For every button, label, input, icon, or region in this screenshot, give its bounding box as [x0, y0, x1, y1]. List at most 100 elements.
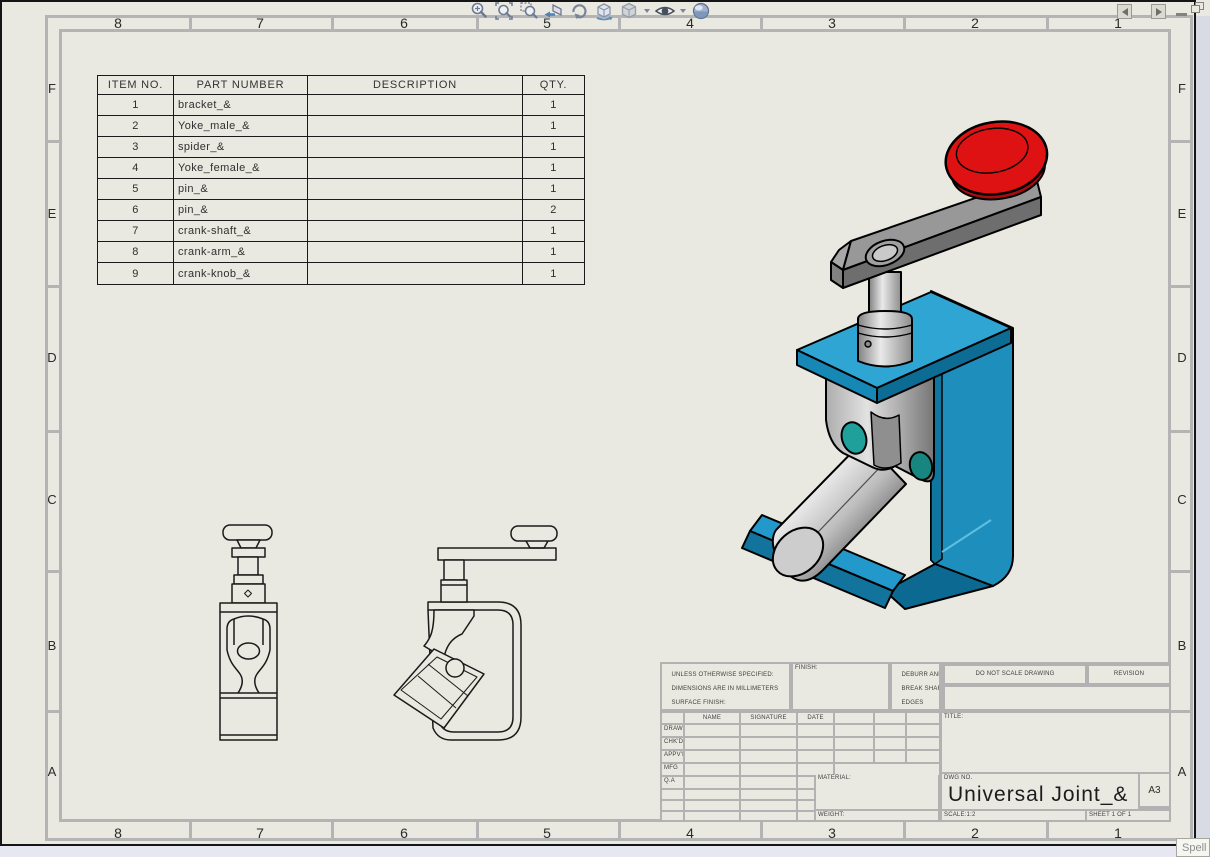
- row-label-drawn: DRAWN: [662, 725, 683, 736]
- dwg-no-label: DWG NO.: [942, 774, 974, 783]
- arrow-left-icon: [1122, 8, 1128, 16]
- zoom-in-out-icon[interactable]: [468, 0, 490, 22]
- bom-cell: Yoke_female_&: [174, 158, 308, 179]
- row-label-chkd: CHK'D: [662, 738, 683, 749]
- bom-cell: 1: [523, 158, 584, 179]
- grid-cell: [741, 764, 796, 775]
- minimize-button[interactable]: [1176, 13, 1187, 16]
- row-label-qa: Q.A: [662, 777, 683, 788]
- zone-col-label: 2: [955, 825, 995, 841]
- grid-cell: [835, 713, 873, 723]
- bom-cell: [308, 200, 523, 221]
- revision-area: [945, 687, 1169, 709]
- view-toolbar: [468, 0, 712, 22]
- zone-row-label: A: [45, 764, 59, 779]
- hide-show-items-icon[interactable]: [654, 0, 676, 22]
- grid-cell: [685, 801, 739, 810]
- bom-cell: [308, 179, 523, 200]
- grid-cell: [798, 751, 833, 762]
- grid-cell: [741, 738, 796, 749]
- next-sheet-button[interactable]: [1151, 4, 1166, 19]
- bom-cell: [308, 137, 523, 158]
- zone-tick: [618, 822, 621, 841]
- zone-tick: [331, 15, 334, 29]
- zone-col-label: 3: [812, 15, 852, 31]
- bom-cell: 1: [523, 242, 584, 263]
- grid-cell: [835, 751, 873, 762]
- grid-cell: [875, 725, 905, 736]
- grid-cell: [835, 725, 873, 736]
- grid-cell: [875, 713, 905, 723]
- zone-tick: [760, 15, 763, 29]
- view-settings-icon[interactable]: [690, 0, 712, 22]
- zone-col-label: 3: [812, 825, 852, 841]
- grid-cell: [798, 725, 833, 736]
- grid-cell: [741, 801, 796, 810]
- grid-cell: [875, 738, 905, 749]
- grid-cell: [685, 751, 739, 762]
- isometric-view[interactable]: [735, 112, 1065, 622]
- do-not-scale-box: DO NOT SCALE DRAWING: [945, 666, 1085, 683]
- hide-show-dropdown-icon[interactable]: [680, 9, 686, 13]
- front-view[interactable]: [217, 517, 281, 745]
- drawing-title: Universal Joint_&: [948, 783, 1128, 807]
- bom-cell: 1: [523, 179, 584, 200]
- zone-col-label: 5: [527, 825, 567, 841]
- scale-box: SCALE:1:2: [942, 811, 1085, 820]
- zone-tick: [45, 140, 59, 143]
- zone-col-label: 8: [98, 825, 138, 841]
- bom-cell: 8: [98, 242, 174, 263]
- signature-header: SIGNATURE: [741, 713, 796, 723]
- zone-col-label: 7: [240, 825, 280, 841]
- bom-cell: 1: [523, 137, 584, 158]
- previous-view-icon[interactable]: [543, 0, 565, 22]
- bom-cell: crank-knob_&: [174, 263, 308, 284]
- previous-sheet-button[interactable]: [1117, 4, 1132, 19]
- side-view[interactable]: [388, 518, 570, 748]
- display-style-icon[interactable]: [618, 0, 640, 22]
- zone-row-label: D: [1171, 350, 1193, 365]
- grid-cell: [741, 725, 796, 736]
- display-style-dropdown-icon[interactable]: [644, 9, 650, 13]
- grid-cell: [798, 790, 814, 799]
- zone-tick: [189, 15, 192, 29]
- bom-cell: spider_&: [174, 137, 308, 158]
- zone-row-label: C: [45, 492, 59, 507]
- zone-row-label: C: [1171, 492, 1193, 507]
- zone-tick: [1171, 285, 1193, 288]
- bom-cell: 3: [98, 137, 174, 158]
- bom-cell: 5: [98, 179, 174, 200]
- bom-table[interactable]: ITEM NO. PART NUMBER DESCRIPTION QTY. 1 …: [97, 75, 585, 285]
- zone-row-label: F: [45, 81, 59, 96]
- grid-cell: [907, 751, 939, 762]
- bom-header-part: PART NUMBER: [174, 76, 308, 95]
- grid-cell: [662, 790, 683, 799]
- zone-row-label: B: [45, 638, 59, 653]
- grid-cell: [798, 801, 814, 810]
- zone-tick: [1046, 822, 1049, 841]
- bom-cell: crank-shaft_&: [174, 221, 308, 242]
- bom-cell: Yoke_male_&: [174, 116, 308, 137]
- zone-col-label: 2: [955, 15, 995, 31]
- paper-size-box: A3: [1140, 774, 1169, 806]
- zone-col-label: 1: [1098, 825, 1138, 841]
- zone-col-label: 8: [98, 15, 138, 31]
- rotate-view-icon[interactable]: [568, 0, 590, 22]
- zoom-to-area-icon[interactable]: [518, 0, 540, 22]
- bom-cell: 1: [523, 116, 584, 137]
- bom-cell: [308, 263, 523, 284]
- restore-button[interactable]: [1191, 2, 1205, 14]
- weight-box: WEIGHT:: [816, 811, 938, 820]
- zoom-to-fit-icon[interactable]: [493, 0, 515, 22]
- zone-tick: [1171, 570, 1193, 573]
- right-edge-strip: [1196, 16, 1210, 857]
- bom-cell: 1: [523, 221, 584, 242]
- grid-cell: [907, 713, 939, 723]
- grid-cell: [798, 777, 814, 788]
- deburr-box: DEBURR AND BREAK SHARP EDGES: [892, 664, 939, 709]
- grid-cell: [685, 725, 739, 736]
- bom-cell: [308, 158, 523, 179]
- zone-tick: [189, 822, 192, 841]
- grid-cell: [685, 777, 739, 788]
- 3d-drawing-view-icon[interactable]: [593, 0, 615, 22]
